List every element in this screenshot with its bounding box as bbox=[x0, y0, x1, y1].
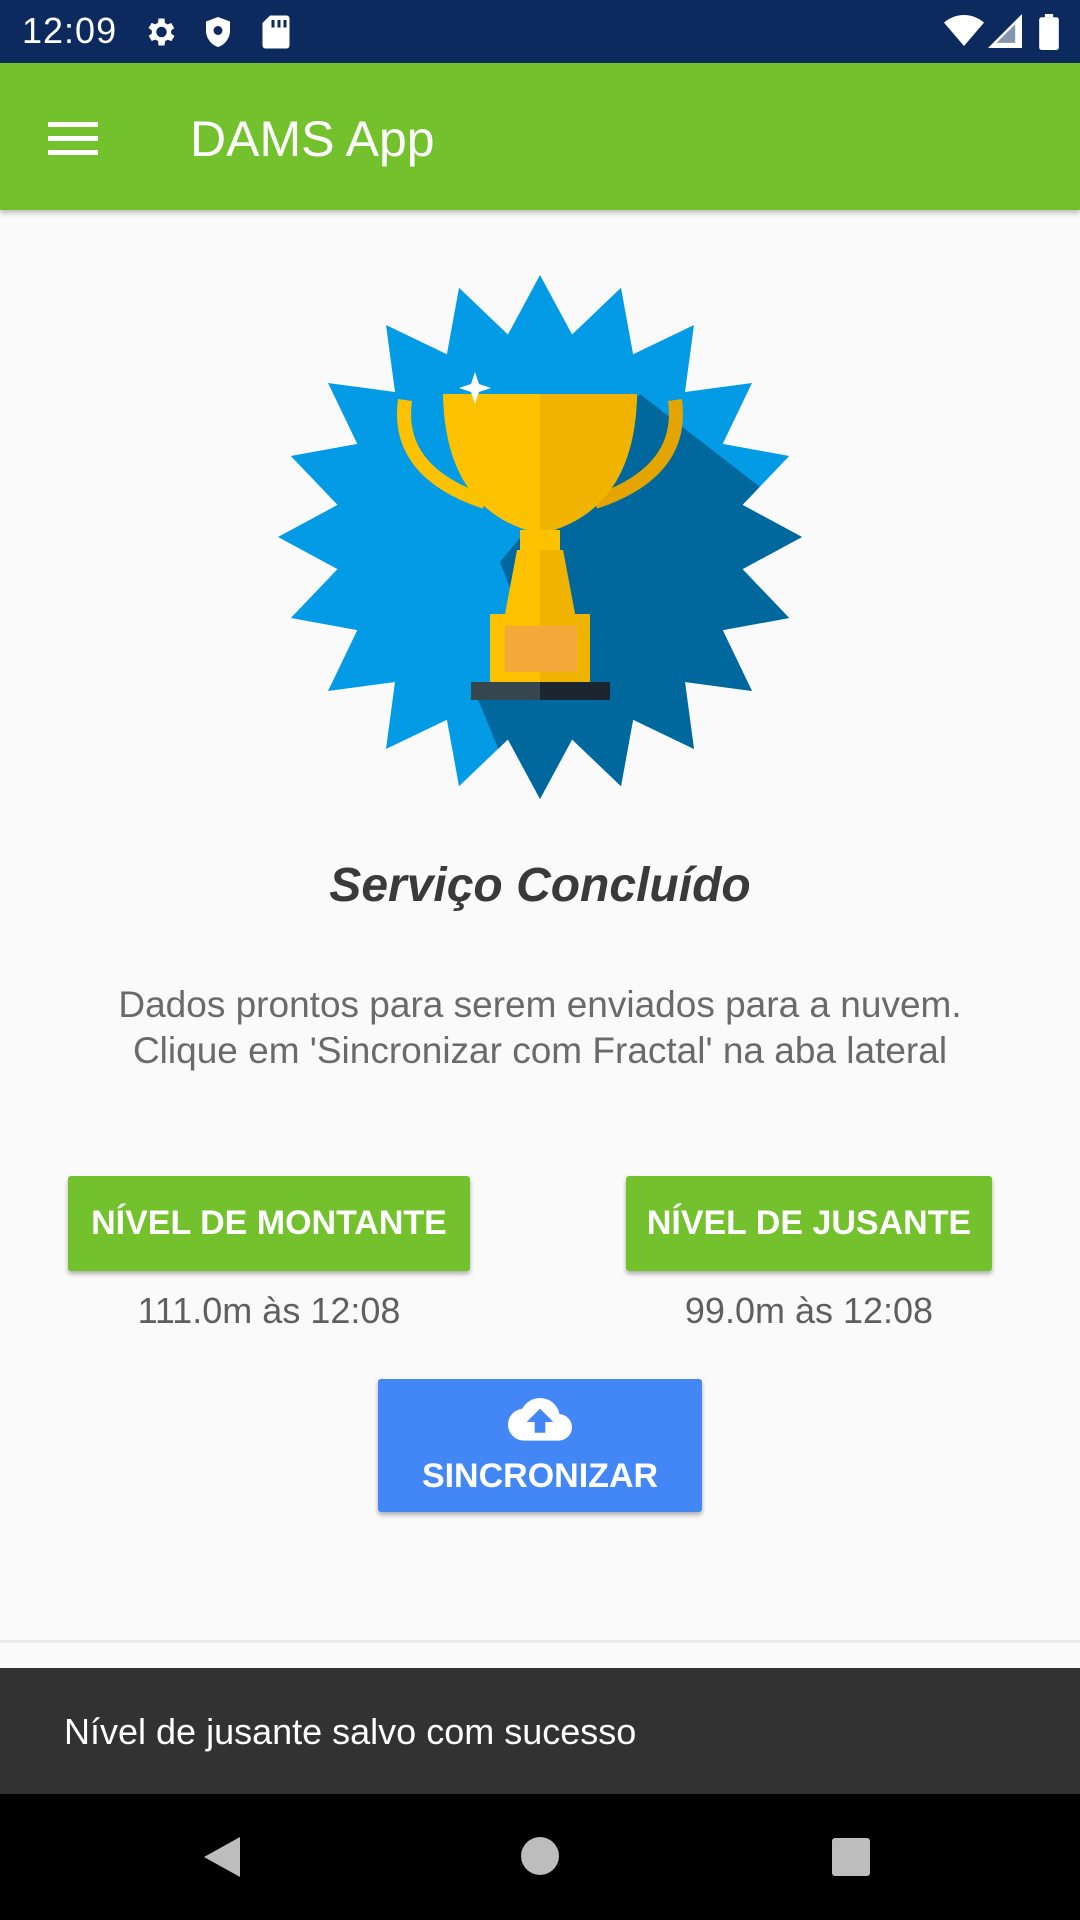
gear-icon bbox=[148, 18, 175, 46]
navigation-bar bbox=[0, 1794, 1080, 1920]
signal-icon bbox=[988, 14, 1022, 48]
upstream-level-button[interactable]: NÍVEL DE MONTANTE bbox=[68, 1176, 470, 1271]
back-icon[interactable] bbox=[200, 1834, 246, 1880]
downstream-level-value: 99.0m às 12:08 bbox=[684, 1290, 934, 1331]
shield-icon bbox=[206, 17, 230, 47]
upstream-level-value: 111.0m às 12:08 bbox=[137, 1290, 401, 1331]
service-description: Dados prontos para serem enviados para a… bbox=[118, 984, 962, 1071]
status-time: 12:09 bbox=[22, 10, 118, 51]
sync-button[interactable]: SINCRONIZAR bbox=[378, 1379, 702, 1512]
home-icon[interactable] bbox=[518, 1834, 562, 1878]
app-bar: DAMS App bbox=[0, 63, 1080, 210]
battery-icon bbox=[1039, 14, 1059, 50]
trophy-icon bbox=[278, 275, 802, 799]
sd-card-icon bbox=[262, 15, 290, 49]
hamburger-menu-icon bbox=[48, 122, 98, 155]
downstream-level-button[interactable]: NÍVEL DE JUSANTE bbox=[626, 1176, 992, 1271]
menu-button[interactable] bbox=[28, 98, 118, 178]
service-title: Serviço Concluído bbox=[329, 859, 751, 912]
snackbar: Nível de jusante salvo com sucesso bbox=[0, 1668, 1080, 1794]
cloud-upload-icon bbox=[508, 1398, 572, 1441]
snackbar-message: Nível de jusante salvo com sucesso bbox=[64, 1711, 637, 1752]
trophy-badge bbox=[275, 272, 805, 802]
app-title: DAMS App bbox=[190, 111, 435, 167]
divider bbox=[0, 1640, 1080, 1643]
wifi-icon bbox=[944, 15, 984, 46]
sync-label: SINCRONIZAR bbox=[421, 1457, 659, 1495]
status-bar: 12:09 bbox=[0, 0, 1080, 63]
recents-icon[interactable] bbox=[830, 1836, 872, 1878]
